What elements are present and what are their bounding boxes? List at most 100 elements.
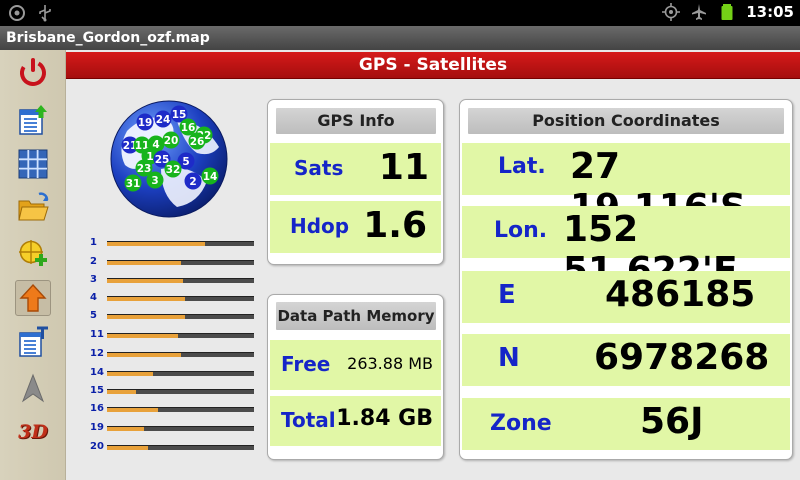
snr-track bbox=[107, 314, 254, 319]
upload-button[interactable] bbox=[15, 280, 51, 316]
left-toolbar: 3D bbox=[0, 50, 66, 480]
satellite-marker: 3 bbox=[146, 171, 164, 189]
svg-text:26: 26 bbox=[190, 136, 205, 148]
snr-track bbox=[107, 352, 254, 357]
panel-title: Data Path Memory bbox=[276, 302, 436, 330]
snr-fill bbox=[107, 390, 137, 394]
total-label: Total bbox=[281, 408, 336, 432]
svg-text:32: 32 bbox=[166, 164, 181, 176]
svg-text:20: 20 bbox=[164, 135, 179, 147]
usb-icon bbox=[39, 5, 51, 22]
snr-satellite-label: 19 bbox=[90, 422, 104, 433]
svg-text:23: 23 bbox=[137, 163, 152, 175]
satellite-marker: 19 bbox=[136, 113, 154, 131]
svg-text:5: 5 bbox=[182, 156, 189, 168]
lat-label: Lat. bbox=[498, 154, 546, 179]
snr-satellite-label: 3 bbox=[90, 274, 97, 285]
snr-fill bbox=[107, 446, 149, 450]
snr-track bbox=[107, 296, 254, 301]
satellite-marker: 14 bbox=[201, 167, 219, 185]
satellite-marker: 31 bbox=[124, 174, 142, 192]
e-label: E bbox=[498, 280, 516, 310]
text-list-icon bbox=[19, 326, 48, 357]
snr-satellite-label: 11 bbox=[90, 329, 104, 340]
svg-text:14: 14 bbox=[203, 171, 218, 183]
image-icon bbox=[9, 5, 25, 21]
snr-satellite-label: 16 bbox=[90, 403, 104, 414]
snr-track bbox=[107, 426, 254, 431]
free-label: Free bbox=[281, 352, 331, 376]
e-value: 486185 bbox=[605, 274, 756, 315]
snr-satellite-label: 1 bbox=[90, 237, 97, 248]
track-list-button[interactable] bbox=[15, 102, 51, 138]
snr-fill bbox=[107, 242, 206, 246]
up-arrow-icon bbox=[19, 283, 47, 312]
satellite-marker: 26 bbox=[188, 132, 206, 150]
open-folder-button[interactable] bbox=[15, 190, 51, 226]
satellite-globe: 19 24 15162226202111 41 25 523 3214231 3 bbox=[110, 100, 228, 218]
map-filename: Brisbane_Gordon_ozf.map bbox=[0, 26, 800, 50]
zone-row: Zone 56J bbox=[462, 398, 790, 450]
snr-fill bbox=[107, 408, 159, 412]
svg-text:3: 3 bbox=[151, 175, 158, 187]
svg-text:16: 16 bbox=[181, 122, 196, 134]
snr-fill bbox=[107, 297, 185, 301]
free-row: Free 263.88 MB bbox=[270, 340, 441, 390]
latitude-row: Lat. 27 19.116'S bbox=[462, 143, 790, 228]
n-value: 6978268 bbox=[594, 337, 770, 378]
map-grid-button[interactable] bbox=[15, 146, 51, 182]
lon-label: Lon. bbox=[494, 218, 548, 243]
navigation-arrow-icon bbox=[21, 373, 45, 403]
snr-track bbox=[107, 278, 254, 283]
snr-satellite-label: 15 bbox=[90, 385, 104, 396]
snr-track bbox=[107, 241, 254, 246]
longitude-row: Lon. 152 51.622'E bbox=[462, 206, 790, 291]
easting-row: E 486185 bbox=[462, 271, 790, 323]
navigation-button[interactable] bbox=[15, 370, 51, 406]
snr-track bbox=[107, 389, 254, 394]
zone-value: 56J bbox=[640, 401, 704, 442]
snr-fill bbox=[107, 353, 181, 357]
snr-fill bbox=[107, 334, 178, 338]
snr-track bbox=[107, 260, 254, 265]
zone-label: Zone bbox=[490, 411, 552, 436]
airplane-icon bbox=[692, 4, 707, 20]
power-button[interactable] bbox=[15, 54, 51, 90]
snr-row: 16 bbox=[84, 402, 259, 416]
snr-row: 3 bbox=[84, 273, 259, 287]
snr-fill bbox=[107, 279, 184, 283]
hdop-row: Hdop 1.6 bbox=[270, 201, 441, 253]
snr-row: 20 bbox=[84, 440, 259, 454]
sats-row: Sats 11 bbox=[270, 143, 441, 195]
snr-satellite-label: 2 bbox=[90, 256, 97, 267]
snr-row: 4 bbox=[84, 291, 259, 305]
hdop-label: Hdop bbox=[290, 214, 350, 238]
folder-icon bbox=[18, 192, 49, 221]
n-label: N bbox=[498, 343, 520, 373]
snr-satellite-label: 5 bbox=[90, 310, 97, 321]
text-list-button[interactable] bbox=[15, 324, 51, 360]
snr-fill bbox=[107, 427, 144, 431]
svg-text:31: 31 bbox=[126, 178, 141, 190]
snr-row: 15 bbox=[84, 384, 259, 398]
snr-satellite-label: 14 bbox=[90, 367, 104, 378]
clock: 13:05 bbox=[746, 3, 794, 21]
hdop-value: 1.6 bbox=[363, 205, 427, 246]
svg-text:2: 2 bbox=[189, 176, 196, 188]
total-value: 1.84 GB bbox=[336, 406, 433, 431]
add-waypoint-button[interactable] bbox=[15, 236, 51, 272]
satellite-marker: 24 bbox=[154, 110, 172, 128]
memory-panel: Data Path Memory Free 263.88 MB Total 1.… bbox=[267, 294, 444, 460]
snr-row: 11 bbox=[84, 328, 259, 342]
total-row: Total 1.84 GB bbox=[270, 396, 441, 446]
svg-text:15: 15 bbox=[172, 109, 187, 121]
3d-view-button[interactable]: 3D bbox=[15, 414, 51, 450]
panel-title: GPS Info bbox=[276, 108, 436, 134]
sats-label: Sats bbox=[294, 156, 344, 180]
satellite-marker: 16 bbox=[179, 118, 197, 136]
northing-row: N 6978268 bbox=[462, 334, 790, 386]
svg-text:19: 19 bbox=[138, 117, 153, 129]
snr-track bbox=[107, 445, 254, 450]
gps-info-panel: GPS Info Sats 11 Hdop 1.6 bbox=[267, 99, 444, 265]
snr-satellite-label: 12 bbox=[90, 348, 104, 359]
